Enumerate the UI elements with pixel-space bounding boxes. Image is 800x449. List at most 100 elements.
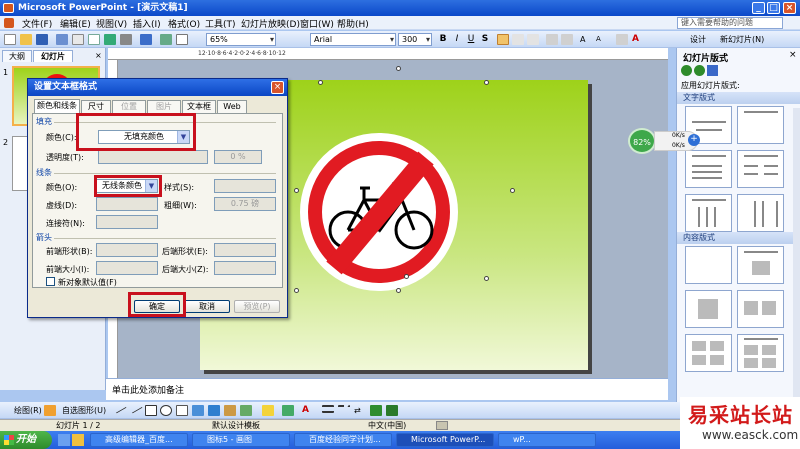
- oval-icon[interactable]: [160, 405, 172, 416]
- tab-position[interactable]: 位置: [112, 100, 146, 113]
- close-panel-icon[interactable]: ×: [95, 51, 102, 60]
- dash-style-icon[interactable]: [338, 405, 350, 416]
- task-pane-scrollbar[interactable]: [793, 108, 800, 408]
- layout-vertical-text[interactable]: [685, 194, 732, 232]
- decrease-indent-icon[interactable]: [616, 34, 628, 45]
- line-style-icon[interactable]: [322, 405, 334, 413]
- task-paint[interactable]: 图标5 - 画图: [192, 433, 290, 447]
- task-pane-close-icon[interactable]: ×: [789, 50, 797, 60]
- dashed-select[interactable]: [96, 197, 158, 211]
- table-icon[interactable]: [176, 34, 188, 45]
- layout-title-text[interactable]: [685, 150, 732, 188]
- permission-icon[interactable]: [56, 34, 68, 45]
- layout-two-column[interactable]: [737, 150, 784, 188]
- tab-picture[interactable]: 图片: [147, 100, 181, 113]
- layout-vertical-title[interactable]: [737, 194, 784, 232]
- default-checkbox[interactable]: [46, 277, 55, 286]
- quicklaunch-icon[interactable]: [72, 434, 84, 446]
- selection-handle[interactable]: [294, 188, 299, 193]
- shadow-button[interactable]: S: [479, 34, 491, 45]
- clipart-icon[interactable]: [224, 405, 236, 416]
- doc-icon[interactable]: [4, 18, 14, 28]
- menu-help[interactable]: 帮助(H): [337, 17, 369, 30]
- diagram-icon[interactable]: [208, 405, 220, 416]
- tab-web[interactable]: Web: [217, 100, 247, 113]
- weight-input[interactable]: 0.75 磅: [214, 197, 276, 211]
- spelling-icon[interactable]: [104, 34, 116, 45]
- menu-edit[interactable]: 编辑(E): [60, 17, 91, 30]
- decrease-font-icon[interactable]: A: [596, 34, 608, 45]
- end-style-select[interactable]: [214, 243, 276, 257]
- quicklaunch-icon[interactable]: [58, 434, 70, 446]
- task-wp[interactable]: wP...: [498, 433, 596, 447]
- align-center-icon[interactable]: [512, 34, 524, 45]
- line-style-select[interactable]: [214, 179, 276, 193]
- autoshapes-menu[interactable]: 自选图形(U): [62, 405, 106, 416]
- cancel-button[interactable]: 取消: [184, 300, 230, 313]
- draw-menu[interactable]: 绘图(R): [14, 405, 42, 416]
- selection-handle[interactable]: [484, 80, 489, 85]
- menu-file[interactable]: 文件(F): [22, 17, 52, 30]
- new-icon[interactable]: [4, 34, 16, 45]
- dialog-close-button[interactable]: ×: [271, 81, 284, 94]
- minimize-button[interactable]: _: [752, 2, 765, 14]
- design-button[interactable]: 设计: [690, 34, 706, 45]
- notes-pane[interactable]: 单击此处添加备注: [106, 378, 668, 400]
- menu-insert[interactable]: 插入(I): [133, 17, 161, 30]
- chart-icon[interactable]: [160, 34, 172, 45]
- tab-slides[interactable]: 幻灯片: [33, 50, 73, 62]
- selection-handle[interactable]: [396, 66, 401, 71]
- spelling-status-icon[interactable]: [436, 421, 448, 430]
- font-color-draw-icon[interactable]: A: [302, 405, 314, 416]
- new-slide-button[interactable]: 新幻灯片(N): [720, 34, 764, 45]
- font-size-combo[interactable]: 300: [398, 33, 432, 46]
- select-objects-icon[interactable]: [44, 405, 56, 416]
- tab-size[interactable]: 尺寸: [81, 100, 111, 113]
- underline-button[interactable]: U: [465, 34, 477, 45]
- selection-handle[interactable]: [510, 188, 515, 193]
- selection-handle[interactable]: [318, 80, 323, 85]
- zoom-combo[interactable]: 65%: [206, 33, 276, 46]
- align-right-icon[interactable]: [527, 34, 539, 45]
- layout-two-content[interactable]: [737, 290, 784, 328]
- fill-color-icon[interactable]: [262, 405, 274, 416]
- selection-handle[interactable]: [396, 288, 401, 293]
- task-powerpoint[interactable]: Microsoft PowerP...: [396, 433, 494, 447]
- tab-outline[interactable]: 大纲: [2, 50, 32, 62]
- wordart-icon[interactable]: [192, 405, 204, 416]
- home-icon[interactable]: [707, 65, 718, 76]
- task-editor[interactable]: 高级编辑器_百度...: [90, 433, 188, 447]
- selection-handle[interactable]: [404, 274, 409, 279]
- 3d-style-icon[interactable]: [386, 405, 398, 416]
- shadow-style-icon[interactable]: [370, 405, 382, 416]
- selection-handle[interactable]: [484, 276, 489, 281]
- open-icon[interactable]: [20, 34, 32, 45]
- bullets-icon[interactable]: [561, 34, 573, 45]
- transparency-slider[interactable]: [98, 150, 208, 164]
- layout-content[interactable]: [737, 246, 784, 284]
- back-icon[interactable]: [681, 65, 692, 76]
- align-left-icon[interactable]: [497, 34, 509, 45]
- save-icon[interactable]: [36, 34, 48, 45]
- picture-icon[interactable]: [240, 405, 252, 416]
- begin-size-select[interactable]: [96, 261, 158, 275]
- increase-font-icon[interactable]: A: [580, 34, 592, 45]
- layout-blank[interactable]: [685, 246, 732, 284]
- menu-format[interactable]: 格式(O): [168, 17, 200, 30]
- layout-four-content[interactable]: [685, 334, 732, 372]
- selection-handle[interactable]: [294, 288, 299, 293]
- layout-title-only[interactable]: [737, 106, 784, 144]
- preview-button[interactable]: 预览(P): [234, 300, 280, 313]
- italic-button[interactable]: I: [451, 34, 463, 45]
- close-button[interactable]: ×: [783, 2, 796, 14]
- forward-icon[interactable]: [694, 65, 705, 76]
- layout-title-content[interactable]: [685, 290, 732, 328]
- arrow-style-icon[interactable]: ⇄: [354, 405, 366, 416]
- tab-colors-lines[interactable]: 颜色和线条: [34, 99, 80, 113]
- undo-icon[interactable]: [140, 34, 152, 45]
- rectangle-icon[interactable]: [145, 405, 157, 416]
- no-bicycle-sign-icon[interactable]: [296, 126, 462, 298]
- preview-icon[interactable]: [88, 34, 100, 45]
- bold-button[interactable]: B: [437, 34, 449, 45]
- connector-select[interactable]: [96, 215, 158, 229]
